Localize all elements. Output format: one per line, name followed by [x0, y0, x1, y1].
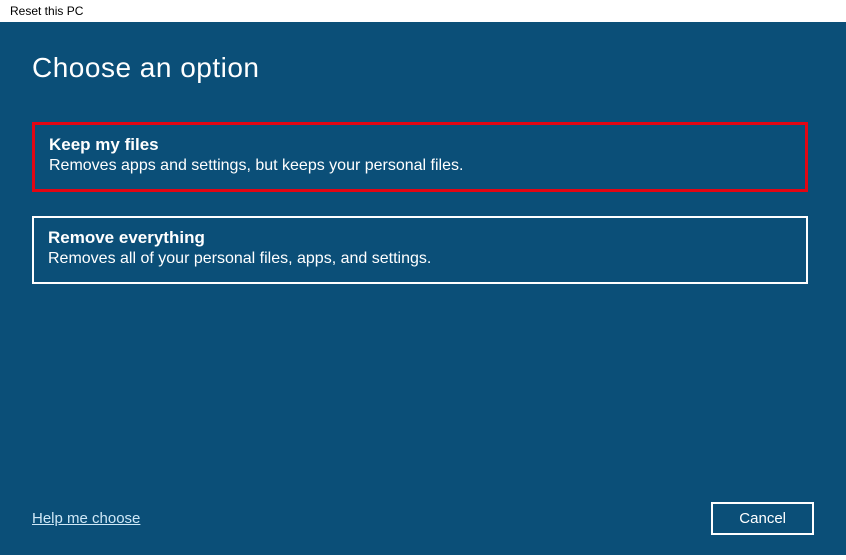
footer: Help me choose Cancel [32, 502, 814, 535]
window-title: Reset this PC [0, 0, 846, 22]
option-title: Keep my files [49, 135, 791, 155]
option-desc: Removes all of your personal files, apps… [48, 250, 792, 268]
option-desc: Removes apps and settings, but keeps you… [49, 157, 791, 175]
cancel-button[interactable]: Cancel [711, 502, 814, 535]
main-panel: Choose an option Keep my files Removes a… [0, 22, 846, 555]
option-keep-my-files[interactable]: Keep my files Removes apps and settings,… [32, 122, 808, 192]
help-me-choose-link[interactable]: Help me choose [32, 510, 140, 527]
option-title: Remove everything [48, 228, 792, 248]
option-remove-everything[interactable]: Remove everything Removes all of your pe… [32, 216, 808, 284]
page-heading: Choose an option [32, 52, 814, 84]
